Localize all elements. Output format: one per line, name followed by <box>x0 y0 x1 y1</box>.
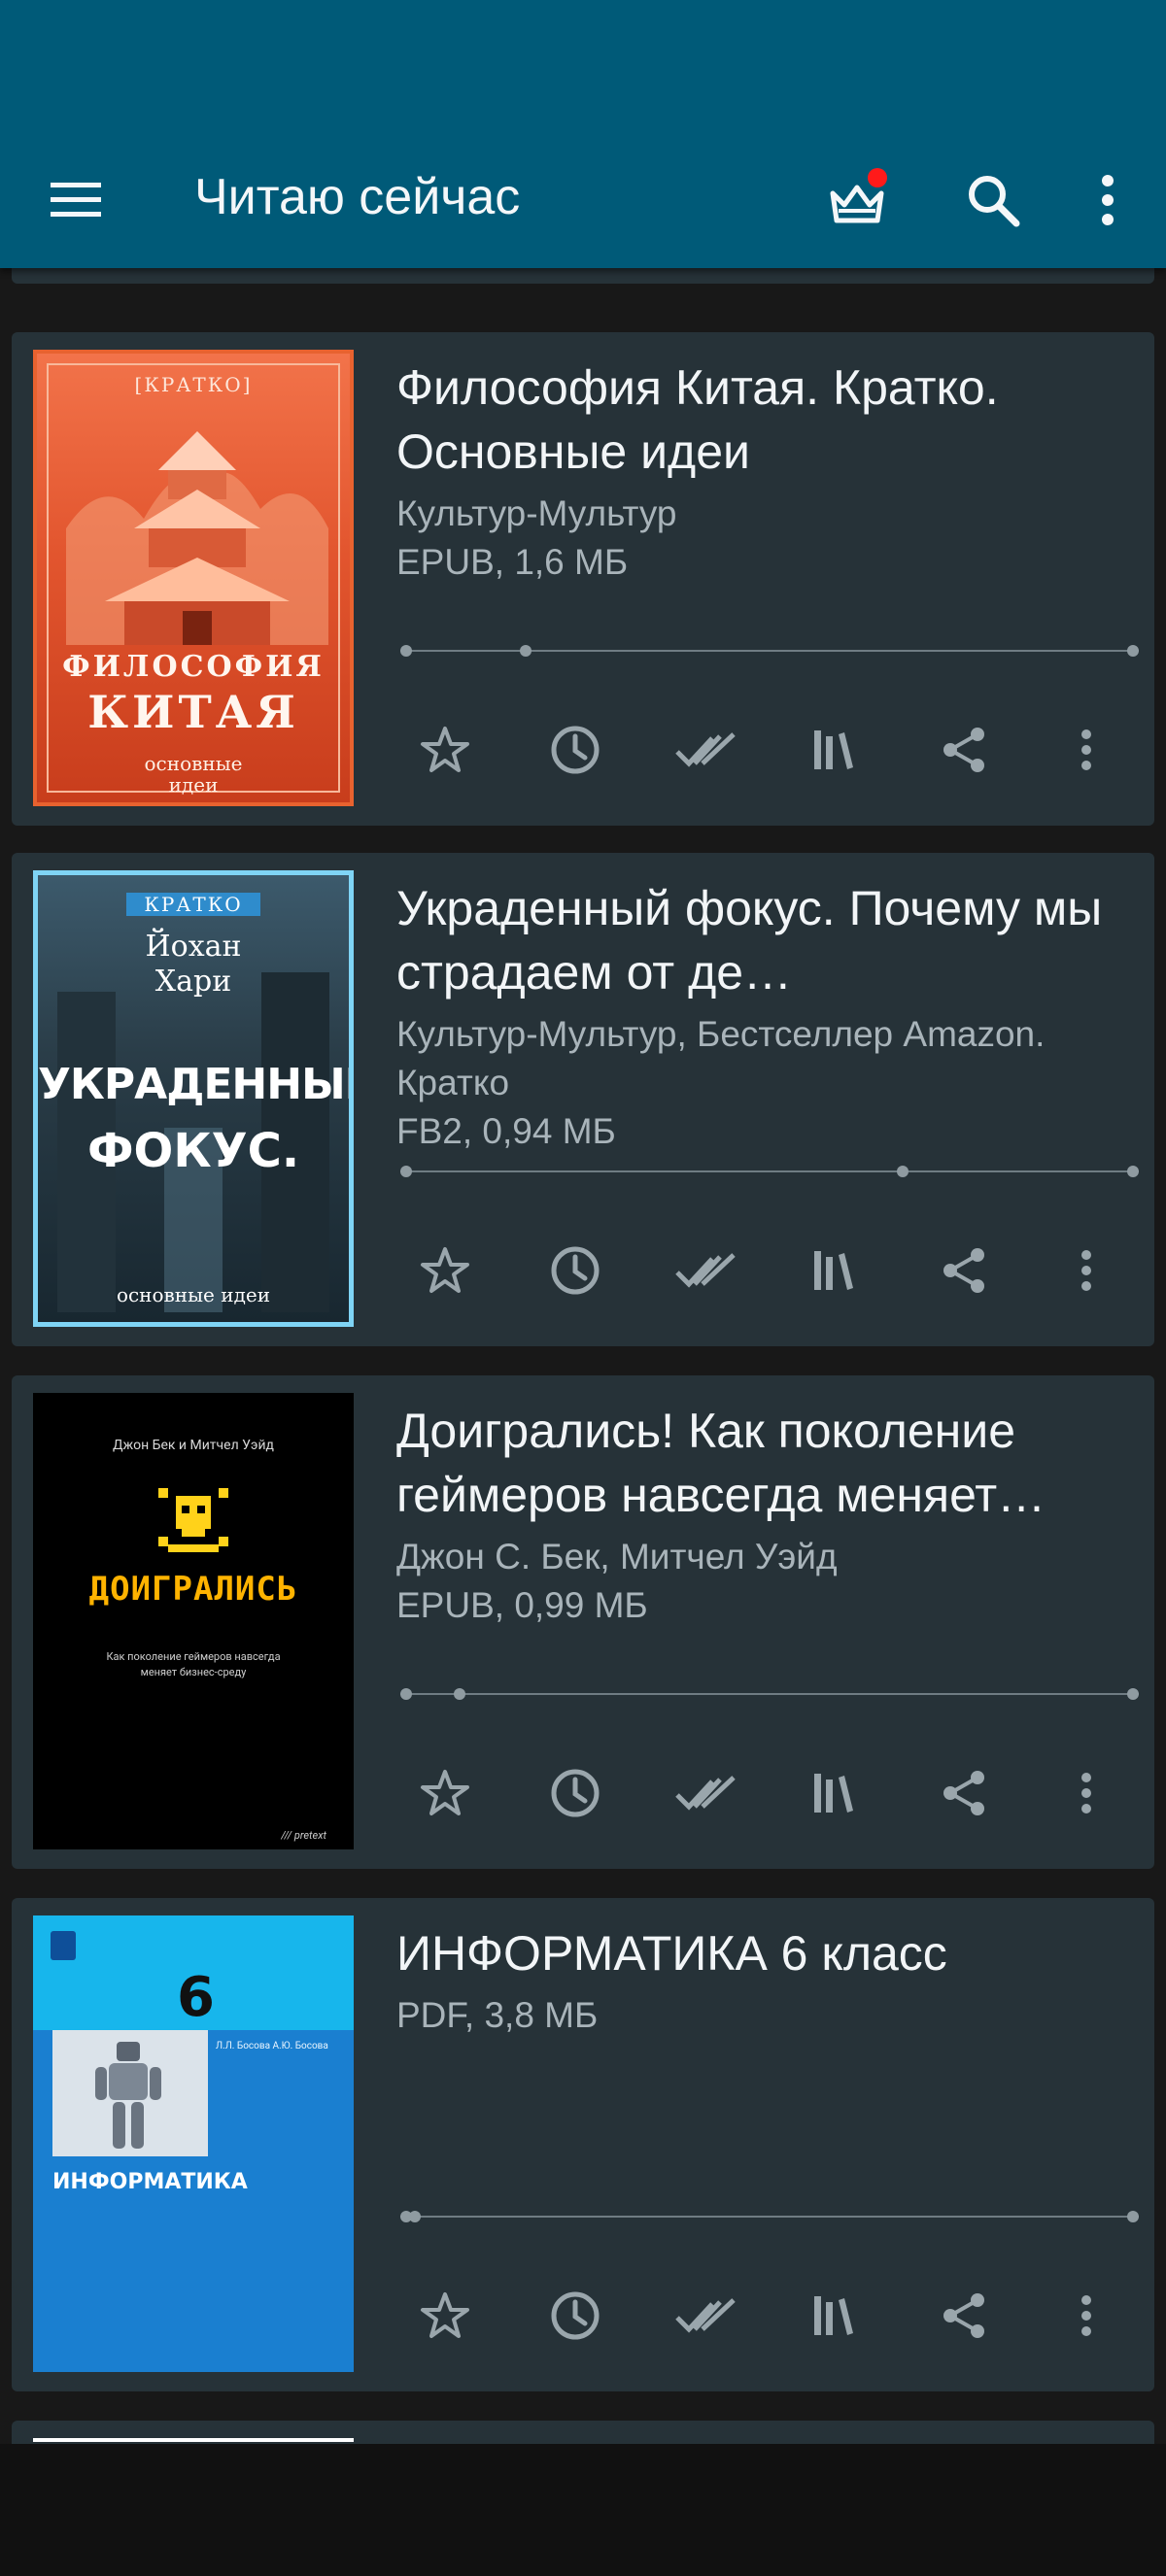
book-title[interactable]: Философия Китая. Кратко. Основные идеи <box>396 356 1145 484</box>
book-author: Культур-Мультур <box>396 493 677 533</box>
progress-marker <box>520 645 532 657</box>
book-file-info: EPUB, 0,99 МБ <box>396 1585 648 1625</box>
progress-marker <box>409 2211 422 2222</box>
more-vert-icon[interactable] <box>1038 1222 1135 1319</box>
library-icon[interactable] <box>785 701 882 798</box>
book-card-partial[interactable] <box>12 2421 1154 2444</box>
skull-icon <box>158 1488 228 1552</box>
reading-progress <box>400 1684 1139 1704</box>
done-all-icon[interactable] <box>657 1222 754 1319</box>
share-icon[interactable] <box>915 701 1012 798</box>
clock-icon[interactable] <box>527 701 624 798</box>
book-title[interactable]: Украденный фокус. Почему мы страдаем от … <box>396 876 1145 1004</box>
progress-marker <box>896 1166 909 1177</box>
book-title[interactable]: Доигрались! Как поколение геймеров навсе… <box>396 1399 1145 1527</box>
done-all-icon[interactable] <box>657 1745 754 1842</box>
app-bar: Читаю сейчас <box>0 0 1166 268</box>
pagoda-illustration <box>66 431 328 645</box>
book-card[interactable]: [КРАТКО] ФИЛОСОФИЯ КИТАЯ основные идеи Ф… <box>12 332 1154 826</box>
book-actions <box>396 1745 1154 1842</box>
navigation-bar <box>0 2444 1166 2576</box>
search-icon[interactable] <box>950 157 1036 243</box>
book-card[interactable]: 6 Л.Л. Босова А.Ю. Босова ИНФОРМАТИКА ИН… <box>12 1898 1154 2391</box>
star-icon[interactable] <box>396 1222 494 1319</box>
clock-icon[interactable] <box>527 2267 624 2364</box>
book-cover[interactable]: [КРАТКО] ФИЛОСОФИЯ КИТАЯ основные идеи <box>33 350 354 806</box>
book-file-info: FB2, 0,94 МБ <box>396 1111 616 1151</box>
book-actions <box>396 2267 1154 2364</box>
book-cover[interactable]: КРАТКО Йохан Хари УКРАДЕННЫЙ ФОКУС. осно… <box>33 870 354 1327</box>
more-vert-icon[interactable] <box>1038 701 1135 798</box>
notification-badge <box>868 168 887 187</box>
star-icon[interactable] <box>396 1745 494 1842</box>
crown-icon[interactable] <box>814 157 900 243</box>
library-icon[interactable] <box>785 1745 882 1842</box>
book-file-info: PDF, 3,8 МБ <box>396 1995 599 2035</box>
star-icon[interactable] <box>396 701 494 798</box>
clock-icon[interactable] <box>527 1745 624 1842</box>
page-title: Читаю сейчас <box>194 169 521 225</box>
share-icon[interactable] <box>915 1745 1012 1842</box>
book-cover[interactable]: Джон Бек и Митчел Уэйд ДОИГРАЛИСЬ Как по… <box>33 1393 354 1849</box>
book-title[interactable]: ИНФОРМАТИКА 6 класс <box>396 1921 1145 1985</box>
book-actions <box>396 701 1154 798</box>
done-all-icon[interactable] <box>657 701 754 798</box>
menu-icon[interactable] <box>37 161 115 239</box>
reading-progress <box>400 2207 1139 2226</box>
library-icon[interactable] <box>785 2267 882 2364</box>
book-card-partial[interactable] <box>12 268 1154 284</box>
robot-illustration <box>95 2042 161 2149</box>
progress-marker <box>453 1688 465 1700</box>
toolbar: Читаю сейчас <box>0 136 1166 258</box>
clock-icon[interactable] <box>527 1222 624 1319</box>
book-card[interactable]: КРАТКО Йохан Хари УКРАДЕННЫЙ ФОКУС. осно… <box>12 853 1154 1346</box>
book-author: Джон С. Бек, Митчел Уэйд <box>396 1537 838 1576</box>
book-cover[interactable]: 6 Л.Л. Босова А.Ю. Босова ИНФОРМАТИКА <box>33 1915 354 2372</box>
more-vert-icon[interactable] <box>1069 157 1147 243</box>
share-icon[interactable] <box>915 2267 1012 2364</box>
more-vert-icon[interactable] <box>1038 1745 1135 1842</box>
book-list: [КРАТКО] ФИЛОСОФИЯ КИТАЯ основные идеи Ф… <box>0 268 1166 2444</box>
book-card[interactable]: Джон Бек и Митчел Уэйд ДОИГРАЛИСЬ Как по… <box>12 1375 1154 1869</box>
star-icon[interactable] <box>396 2267 494 2364</box>
reading-progress <box>400 1162 1139 1181</box>
more-vert-icon[interactable] <box>1038 2267 1135 2364</box>
library-icon[interactable] <box>785 1222 882 1319</box>
share-icon[interactable] <box>915 1222 1012 1319</box>
book-author: Культур-Мультур, Бестселлер Amazon. Крат… <box>396 1014 1046 1102</box>
done-all-icon[interactable] <box>657 2267 754 2364</box>
book-file-info: EPUB, 1,6 МБ <box>396 542 629 582</box>
book-actions <box>396 1222 1154 1319</box>
reading-progress <box>400 641 1139 661</box>
